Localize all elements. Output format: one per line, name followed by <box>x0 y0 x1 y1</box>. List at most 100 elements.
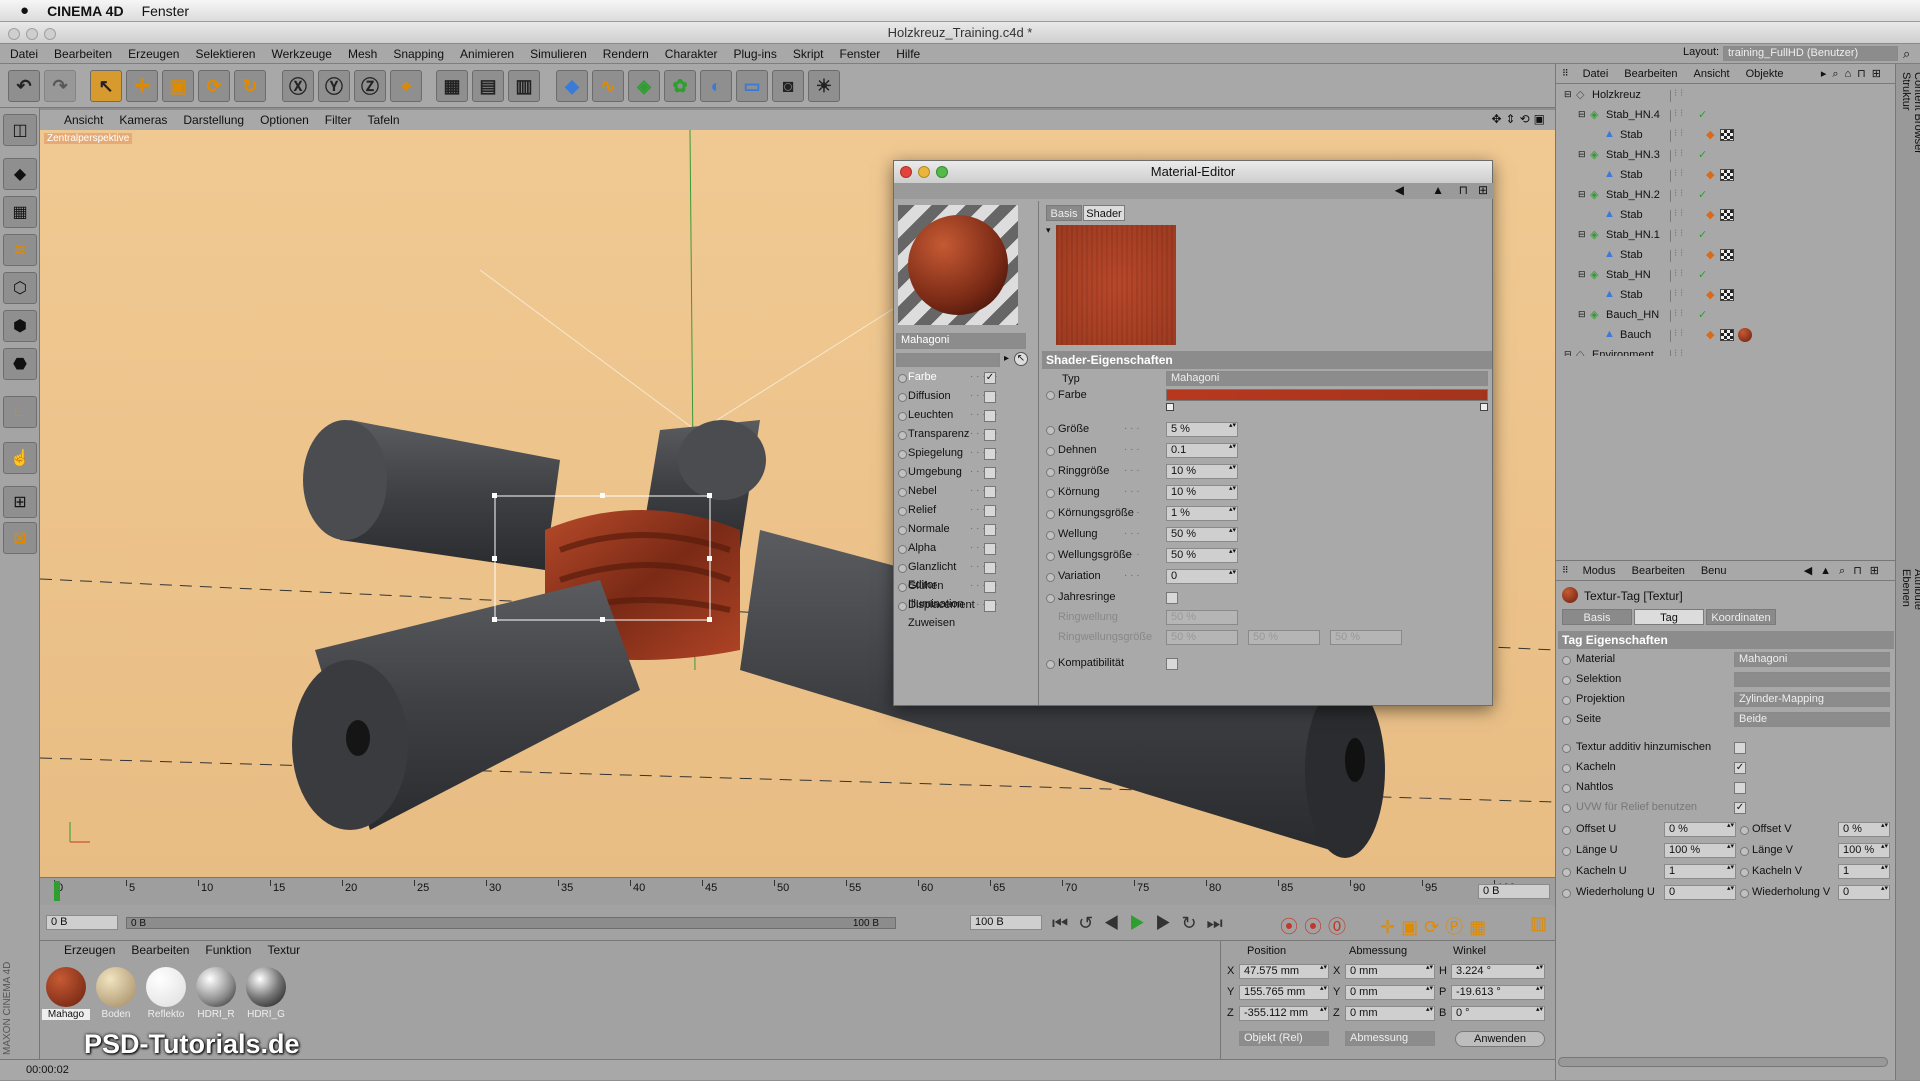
channel-checkbox[interactable] <box>984 524 996 536</box>
menu-1[interactable]: Bearbeiten <box>46 47 120 61</box>
viewport-menu-3[interactable]: Optionen <box>252 113 317 127</box>
param-field[interactable]: 0 <box>1166 569 1238 584</box>
array-icon[interactable]: ✿ <box>664 70 696 102</box>
channel-dot[interactable] <box>898 602 907 611</box>
object-row[interactable]: ⊟ ◈ Stab_HN.1 ⁝ ⁝ ✓ <box>1556 226 1896 246</box>
cube-icon[interactable]: ◆ <box>556 70 588 102</box>
layout-select[interactable]: training_FullHD (Benutzer) <box>1723 46 1898 61</box>
recent-tool-icon[interactable]: ↻ <box>234 70 266 102</box>
channel-dot[interactable] <box>898 488 907 497</box>
snap-icon[interactable]: ⊞ <box>3 486 37 518</box>
viewport-nav-icons[interactable]: ✥⇕⟲▣ <box>1491 112 1549 126</box>
attr-menu-1[interactable]: Bearbeiten <box>1624 565 1693 577</box>
render-view-icon[interactable]: ▦ <box>436 70 468 102</box>
expand-icon[interactable]: ⊟ <box>1578 109 1586 120</box>
object-row[interactable]: ▲ Bauch ⁝ ⁝ ◆ <box>1556 326 1896 346</box>
filter-arrow-icon[interactable]: ▸ <box>1004 353 1009 364</box>
material-thumb[interactable]: Boden <box>92 963 140 1023</box>
visibility-dots[interactable]: ⁝ ⁝ <box>1674 188 1683 199</box>
animate-dot[interactable] <box>1740 826 1749 835</box>
zoom-icon[interactable] <box>936 166 948 178</box>
deformer-icon[interactable]: ◐ <box>700 70 732 102</box>
check-icon[interactable]: ✓ <box>1698 108 1707 121</box>
object-row[interactable]: ▲ Stab ⁝ ⁝ ◆ <box>1556 166 1896 186</box>
animate-dot[interactable] <box>1562 868 1571 877</box>
jahresringe-checkbox[interactable] <box>1166 592 1178 604</box>
uvw-tag-icon[interactable] <box>1720 129 1734 141</box>
current-frame-field[interactable]: 0 B <box>1478 884 1550 899</box>
channel-label[interactable]: Farbe <box>908 371 937 383</box>
ringwellungsgroesse-field[interactable]: 50 % <box>1248 630 1320 645</box>
channel-checkbox[interactable] <box>984 581 996 593</box>
menu-3[interactable]: Selektieren <box>187 47 263 61</box>
uvw-tag-icon[interactable] <box>1720 329 1734 341</box>
side-tab[interactable]: Attribute <box>1912 569 1920 610</box>
render-picture-viewer-icon[interactable]: ▤ <box>472 70 504 102</box>
expand-icon[interactable]: ⊟ <box>1578 269 1586 280</box>
matmgr-menu-1[interactable]: Bearbeiten <box>123 943 197 957</box>
range-start-field[interactable]: 0 B <box>46 915 118 930</box>
attr-tab-tag[interactable]: Tag <box>1634 609 1704 625</box>
rotate-tool-icon[interactable]: ⟳ <box>198 70 230 102</box>
animate-dot[interactable] <box>1562 676 1571 685</box>
apple-icon[interactable]: ● <box>20 2 29 19</box>
material-thumb[interactable]: Mahago <box>42 963 90 1023</box>
channel-dot[interactable] <box>898 393 907 402</box>
channel-checkbox[interactable]: ✓ <box>984 372 996 384</box>
param-field[interactable]: 0.1 <box>1166 443 1238 458</box>
range-slider[interactable]: 0 B 100 B <box>126 917 896 929</box>
param-dot[interactable] <box>1046 447 1055 456</box>
x-axis-lock-icon[interactable]: Ⓧ <box>282 70 314 102</box>
close-window-button[interactable] <box>8 28 20 40</box>
attr-prop-field[interactable]: Zylinder-Mapping <box>1734 692 1890 707</box>
object-row[interactable]: ⊟ ◈ Bauch_HN ⁝ ⁝ ✓ <box>1556 306 1896 326</box>
visibility-dots[interactable]: ⁝ ⁝ <box>1674 208 1683 219</box>
param-dot[interactable] <box>1046 531 1055 540</box>
z-axis-lock-icon[interactable]: Ⓩ <box>354 70 386 102</box>
uvw-tag-icon[interactable] <box>1720 249 1734 261</box>
timeline-window-icon[interactable]: ▥ <box>1530 913 1547 934</box>
viewport-menu-4[interactable]: Filter <box>317 113 360 127</box>
param-dot[interactable] <box>1046 594 1055 603</box>
farbe-gradient[interactable] <box>1166 389 1488 401</box>
material-filter-field[interactable] <box>896 353 1000 367</box>
animate-dot[interactable] <box>1562 764 1571 773</box>
material-thumb[interactable]: HDRI_R <box>192 963 240 1023</box>
channel-label[interactable]: Relief <box>908 504 936 516</box>
objmgr-menu-2[interactable]: Ansicht <box>1686 68 1738 80</box>
menu-12[interactable]: Skript <box>785 47 832 61</box>
gradient-knot-left[interactable] <box>1166 403 1174 411</box>
attr-checkbox[interactable] <box>1734 782 1746 794</box>
texture-tag-icon[interactable] <box>1738 328 1752 342</box>
objmgr-menu-1[interactable]: Bearbeiten <box>1616 68 1685 80</box>
ringwellungsgroesse-field[interactable]: 50 % <box>1330 630 1402 645</box>
objmgr-menu-3[interactable]: Objekte <box>1738 68 1792 80</box>
visibility-dots[interactable]: ⁝ ⁝ <box>1674 108 1683 119</box>
tab-shader[interactable]: Shader <box>1083 205 1125 221</box>
visibility-dots[interactable]: ⁝ ⁝ <box>1674 288 1683 299</box>
channel-label[interactable]: Transparenz <box>908 428 969 440</box>
dim-field[interactable]: 0 mm <box>1345 964 1435 979</box>
animate-dot[interactable] <box>1562 889 1571 898</box>
model-mode-icon[interactable]: ◆ <box>3 158 37 190</box>
menu-14[interactable]: Hilfe <box>888 47 928 61</box>
channel-dot[interactable] <box>898 526 907 535</box>
phong-tag-icon[interactable]: ◆ <box>1706 248 1714 261</box>
coord-mode-select[interactable]: Objekt (Rel) <box>1239 1031 1329 1046</box>
zoom-window-button[interactable] <box>44 28 56 40</box>
animate-dot[interactable] <box>1562 847 1571 856</box>
viewport-menu-2[interactable]: Darstellung <box>175 113 252 127</box>
channel-dot[interactable] <box>898 374 907 383</box>
channel-label[interactable]: Umgebung <box>908 466 962 478</box>
channel-label[interactable]: Nebel <box>908 485 937 497</box>
search-icon[interactable]: ⌕ <box>1903 46 1910 62</box>
dim-field[interactable]: 0 mm <box>1345 985 1435 1000</box>
attribute-scrollbar[interactable] <box>1558 1057 1888 1067</box>
object-row[interactable]: ▲ Stab ⁝ ⁝ ◆ <box>1556 206 1896 226</box>
ringwellung-field[interactable]: 50 % <box>1166 610 1238 625</box>
select-tool-icon[interactable]: ↖ <box>90 70 122 102</box>
object-row[interactable]: ⊟ ◈ Stab_HN.3 ⁝ ⁝ ✓ <box>1556 146 1896 166</box>
texture-mode-icon[interactable]: ▦ <box>3 196 37 228</box>
animate-dot[interactable] <box>1562 784 1571 793</box>
channel-dot[interactable] <box>898 431 907 440</box>
